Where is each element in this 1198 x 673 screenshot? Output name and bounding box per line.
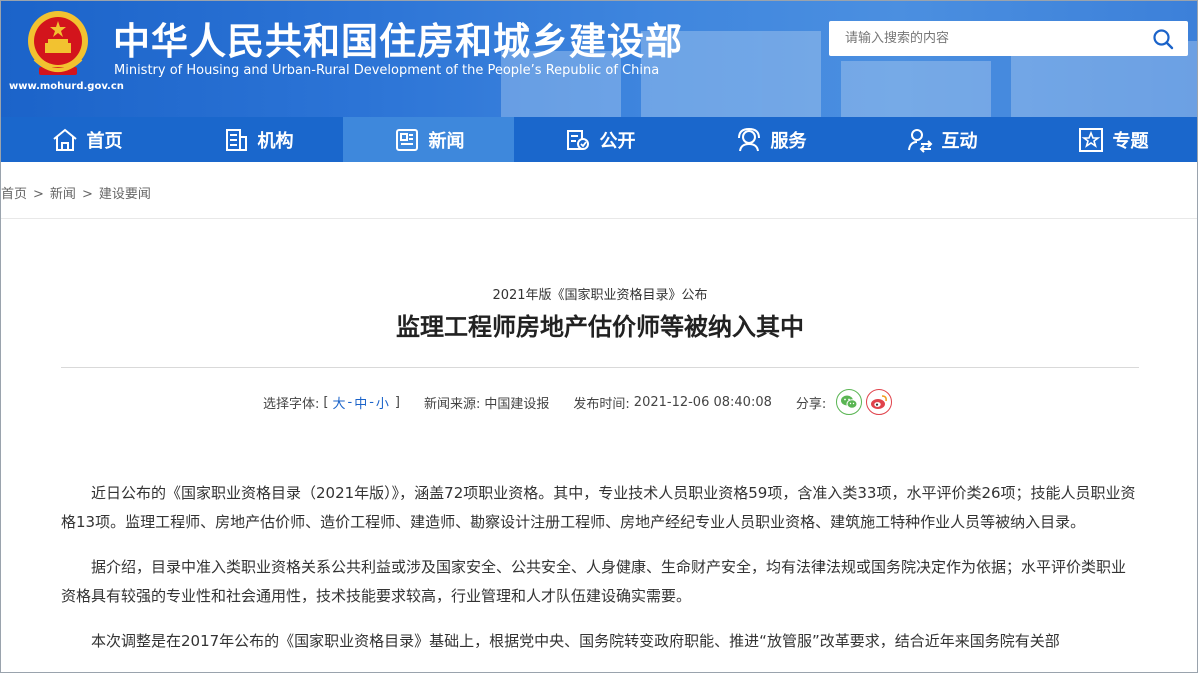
- nav-item-news[interactable]: 新闻: [343, 117, 514, 162]
- home-icon: [52, 128, 77, 151]
- bracket-close: ]: [394, 394, 400, 410]
- nav-label-disclosure: 公开: [599, 130, 636, 152]
- share-label: 分享:: [795, 396, 827, 412]
- interaction-icon: [907, 128, 932, 153]
- news-icon: [395, 128, 418, 151]
- main-nav: 首页 机构 新闻 公开 服务 互动 专题: [1, 117, 1197, 162]
- nav-label-service: 服务: [770, 130, 807, 152]
- font-medium-link[interactable]: 中: [354, 393, 367, 412]
- site-title-en: Ministry of Housing and Urban-Rural Deve…: [114, 63, 660, 78]
- breadcrumb: 首页 > 新闻 > 建设要闻: [1, 183, 151, 202]
- nav-label-organization: 机构: [257, 130, 294, 152]
- font-large-link[interactable]: 大: [332, 393, 345, 412]
- weibo-share-icon[interactable]: [866, 389, 893, 415]
- nav-label-interaction: 互动: [941, 130, 978, 152]
- title-divider: [61, 367, 1139, 368]
- nav-item-home[interactable]: 首页: [1, 117, 172, 162]
- nav-item-topics[interactable]: 专题: [1027, 117, 1197, 162]
- article-subtitle: 2021年版《国家职业资格目录》公布: [492, 288, 708, 303]
- bracket-open: [: [323, 394, 329, 410]
- nav-label-home: 首页: [86, 130, 123, 152]
- breadcrumb-separator: >: [81, 187, 93, 202]
- article-meta: 选择字体: [ 大 - 中 - 小 ] 新闻来源: 中国建设报 发布时间: 20…: [263, 389, 893, 415]
- site-title-cn[interactable]: 中华人民共和国住房和城乡建设部: [113, 11, 683, 65]
- article-paragraph: 本次调整是在2017年公布的《国家职业资格目录》基础上，根据党中央、国务院转变政…: [91, 632, 1060, 650]
- nav-item-organization[interactable]: 机构: [172, 117, 343, 162]
- disclosure-icon: [566, 129, 589, 150]
- nav-item-interaction[interactable]: 互动: [856, 117, 1027, 162]
- breadcrumb-home[interactable]: 首页: [1, 187, 27, 202]
- nav-item-service[interactable]: 服务: [685, 117, 856, 162]
- breadcrumb-separator: >: [33, 187, 44, 202]
- source-value: 中国建设报: [484, 396, 550, 412]
- source-label: 新闻来源:: [424, 396, 481, 412]
- breadcrumb-divider: [1, 218, 1197, 219]
- publish-time-label: 发布时间:: [573, 396, 630, 412]
- publish-time-value: 2021-12-06 08:40:08: [633, 394, 772, 410]
- search-input[interactable]: [829, 21, 1145, 56]
- site-header: www.mohurd.gov.cn 中华人民共和国住房和城乡建设部 Minist…: [1, 1, 1197, 117]
- search-icon[interactable]: [1152, 28, 1174, 50]
- font-dash: -: [369, 394, 374, 410]
- nav-label-topics: 专题: [1112, 130, 1149, 152]
- nav-label-news: 新闻: [428, 130, 465, 152]
- national-emblem-icon: [28, 11, 88, 75]
- article-paragraph: 据介绍，目录中准入类职业资格关系公共利益或涉及国家安全、公共安全、人身健康、生命…: [61, 558, 1127, 605]
- article-body: 近日公布的《国家职业资格目录（2021年版）》，涵盖72项职业资格。其中，专业技…: [61, 479, 1139, 672]
- breadcrumb-construction-news[interactable]: 建设要闻: [99, 187, 151, 202]
- browser-frame: www.mohurd.gov.cn 中华人民共和国住房和城乡建设部 Minist…: [0, 0, 1198, 673]
- star-topic-icon: [1078, 127, 1103, 152]
- nav-item-disclosure[interactable]: 公开: [514, 117, 685, 162]
- breadcrumb-news[interactable]: 新闻: [50, 187, 76, 202]
- font-small-link[interactable]: 小: [376, 393, 389, 412]
- search-box: [829, 21, 1188, 56]
- site-url[interactable]: www.mohurd.gov.cn: [9, 81, 124, 92]
- service-icon: [737, 127, 760, 151]
- article-title: 监理工程师房地产估价师等被纳入其中: [396, 313, 804, 341]
- font-dash: -: [347, 394, 353, 410]
- wechat-share-icon[interactable]: [836, 389, 863, 415]
- building-icon: [225, 128, 247, 151]
- font-size-label: 选择字体:: [263, 396, 320, 412]
- article-paragraph: 近日公布的《国家职业资格目录（2021年版）》，涵盖72项职业资格。其中，专业技…: [61, 484, 1136, 531]
